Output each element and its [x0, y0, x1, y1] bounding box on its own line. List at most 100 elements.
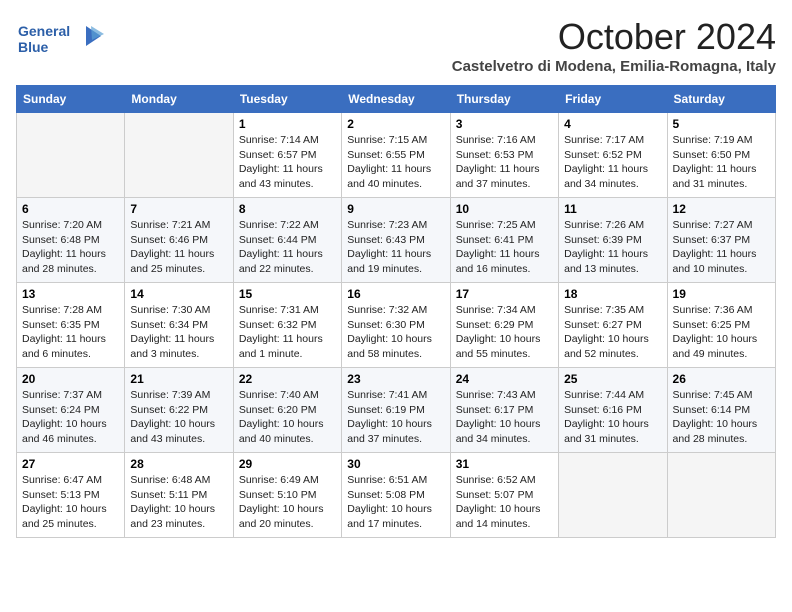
day-detail: Sunrise: 7:20 AM Sunset: 6:48 PM Dayligh… [22, 218, 119, 277]
day-detail: Sunrise: 7:34 AM Sunset: 6:29 PM Dayligh… [456, 303, 553, 362]
day-detail: Sunrise: 7:35 AM Sunset: 6:27 PM Dayligh… [564, 303, 661, 362]
month-title: October 2024 [452, 16, 776, 58]
calendar-cell: 8 Sunrise: 7:22 AM Sunset: 6:44 PM Daylig… [233, 198, 341, 283]
day-detail: Sunrise: 7:30 AM Sunset: 6:34 PM Dayligh… [130, 303, 227, 362]
weekday-header-friday: Friday [559, 86, 667, 113]
day-detail: Sunrise: 7:32 AM Sunset: 6:30 PM Dayligh… [347, 303, 444, 362]
calendar-cell: 2Sunrise: 7:15 AM Sunset: 6:55 PM Daylig… [342, 113, 450, 198]
calendar-cell: 15 Sunrise: 7:31 AM Sunset: 6:32 PM Dayli… [233, 283, 341, 368]
day-detail: Sunrise: 7:36 AM Sunset: 6:25 PM Dayligh… [673, 303, 770, 362]
day-number: 21 [130, 372, 227, 386]
day-detail: Sunrise: 7:45 AM Sunset: 6:14 PM Dayligh… [673, 388, 770, 447]
day-number: 23 [347, 372, 444, 386]
logo: General Blue [16, 16, 106, 63]
day-detail: Sunrise: 7:44 AM Sunset: 6:16 PM Dayligh… [564, 388, 661, 447]
calendar-cell: 21Sunrise: 7:39 AM Sunset: 6:22 PM Dayli… [125, 368, 233, 453]
day-number: 27 [22, 457, 119, 471]
day-number: 6 [22, 202, 119, 216]
day-number: 10 [456, 202, 553, 216]
weekday-header-sunday: Sunday [17, 86, 125, 113]
calendar-cell: 26 Sunrise: 7:45 AM Sunset: 6:14 PM Dayli… [667, 368, 775, 453]
day-number: 3 [456, 117, 553, 131]
day-number: 29 [239, 457, 336, 471]
calendar-cell: 10Sunrise: 7:25 AM Sunset: 6:41 PM Dayli… [450, 198, 558, 283]
title-area: October 2024 Castelvetro di Modena, Emil… [452, 16, 776, 75]
calendar-cell: 23 Sunrise: 7:41 AM Sunset: 6:19 PM Dayli… [342, 368, 450, 453]
calendar-week-2: 6 Sunrise: 7:20 AM Sunset: 6:48 PM Daylig… [17, 198, 776, 283]
day-number: 14 [130, 287, 227, 301]
day-detail: Sunrise: 7:19 AM Sunset: 6:50 PM Dayligh… [673, 133, 770, 192]
day-detail: Sunrise: 7:28 AM Sunset: 6:35 PM Dayligh… [22, 303, 119, 362]
weekday-header-tuesday: Tuesday [233, 86, 341, 113]
top-row: General Blue October 2024 Castelvetro di… [16, 16, 776, 77]
day-detail: Sunrise: 6:48 AM Sunset: 5:11 PM Dayligh… [130, 473, 227, 532]
day-number: 2 [347, 117, 444, 131]
calendar-cell: 29 Sunrise: 6:49 AM Sunset: 5:10 PM Dayli… [233, 453, 341, 538]
calendar-cell: 25 Sunrise: 7:44 AM Sunset: 6:16 PM Dayli… [559, 368, 667, 453]
day-number: 18 [564, 287, 661, 301]
calendar-cell: 7Sunrise: 7:21 AM Sunset: 6:46 PM Daylig… [125, 198, 233, 283]
day-detail: Sunrise: 7:37 AM Sunset: 6:24 PM Dayligh… [22, 388, 119, 447]
day-number: 30 [347, 457, 444, 471]
day-number: 1 [239, 117, 336, 131]
calendar-cell: 3Sunrise: 7:16 AM Sunset: 6:53 PM Daylig… [450, 113, 558, 198]
day-number: 22 [239, 372, 336, 386]
calendar-table: SundayMondayTuesdayWednesdayThursdayFrid… [16, 85, 776, 538]
calendar-cell: 12 Sunrise: 7:27 AM Sunset: 6:37 PM Dayli… [667, 198, 775, 283]
day-number: 11 [564, 202, 661, 216]
day-detail: Sunrise: 7:31 AM Sunset: 6:32 PM Dayligh… [239, 303, 336, 362]
calendar-cell: 6 Sunrise: 7:20 AM Sunset: 6:48 PM Daylig… [17, 198, 125, 283]
calendar-body: 1 Sunrise: 7:14 AM Sunset: 6:57 PM Daylig… [17, 113, 776, 538]
day-number: 4 [564, 117, 661, 131]
calendar-cell: 4 Sunrise: 7:17 AM Sunset: 6:52 PM Daylig… [559, 113, 667, 198]
calendar-cell: 28 Sunrise: 6:48 AM Sunset: 5:11 PM Dayli… [125, 453, 233, 538]
day-number: 28 [130, 457, 227, 471]
day-detail: Sunrise: 7:41 AM Sunset: 6:19 PM Dayligh… [347, 388, 444, 447]
svg-text:General: General [18, 23, 70, 39]
day-detail: Sunrise: 7:22 AM Sunset: 6:44 PM Dayligh… [239, 218, 336, 277]
day-detail: Sunrise: 6:52 AM Sunset: 5:07 PM Dayligh… [456, 473, 553, 532]
day-number: 31 [456, 457, 553, 471]
day-detail: Sunrise: 7:23 AM Sunset: 6:43 PM Dayligh… [347, 218, 444, 277]
weekday-header-monday: Monday [125, 86, 233, 113]
day-number: 7 [130, 202, 227, 216]
day-number: 15 [239, 287, 336, 301]
calendar-cell: 20 Sunrise: 7:37 AM Sunset: 6:24 PM Dayli… [17, 368, 125, 453]
day-number: 13 [22, 287, 119, 301]
calendar-cell: 13 Sunrise: 7:28 AM Sunset: 6:35 PM Dayli… [17, 283, 125, 368]
day-number: 9 [347, 202, 444, 216]
day-number: 8 [239, 202, 336, 216]
day-detail: Sunrise: 7:14 AM Sunset: 6:57 PM Dayligh… [239, 133, 336, 192]
calendar-week-4: 20 Sunrise: 7:37 AM Sunset: 6:24 PM Dayli… [17, 368, 776, 453]
day-number: 12 [673, 202, 770, 216]
day-detail: Sunrise: 7:17 AM Sunset: 6:52 PM Dayligh… [564, 133, 661, 192]
day-detail: Sunrise: 7:40 AM Sunset: 6:20 PM Dayligh… [239, 388, 336, 447]
calendar-week-1: 1 Sunrise: 7:14 AM Sunset: 6:57 PM Daylig… [17, 113, 776, 198]
day-detail: Sunrise: 7:27 AM Sunset: 6:37 PM Dayligh… [673, 218, 770, 277]
day-detail: Sunrise: 6:49 AM Sunset: 5:10 PM Dayligh… [239, 473, 336, 532]
calendar-cell: 14 Sunrise: 7:30 AM Sunset: 6:34 PM Dayli… [125, 283, 233, 368]
calendar-cell: 19 Sunrise: 7:36 AM Sunset: 6:25 PM Dayli… [667, 283, 775, 368]
day-number: 19 [673, 287, 770, 301]
calendar-cell: 9 Sunrise: 7:23 AM Sunset: 6:43 PM Daylig… [342, 198, 450, 283]
day-number: 26 [673, 372, 770, 386]
logo-text: General Blue [16, 16, 106, 63]
calendar-header: SundayMondayTuesdayWednesdayThursdayFrid… [17, 86, 776, 113]
calendar-cell: 17Sunrise: 7:34 AM Sunset: 6:29 PM Dayli… [450, 283, 558, 368]
calendar-week-5: 27Sunrise: 6:47 AM Sunset: 5:13 PM Dayli… [17, 453, 776, 538]
day-number: 25 [564, 372, 661, 386]
weekday-header-wednesday: Wednesday [342, 86, 450, 113]
svg-text:Blue: Blue [18, 39, 49, 55]
calendar-cell [559, 453, 667, 538]
day-number: 16 [347, 287, 444, 301]
weekday-header-thursday: Thursday [450, 86, 558, 113]
calendar-cell: 1 Sunrise: 7:14 AM Sunset: 6:57 PM Daylig… [233, 113, 341, 198]
weekday-header-saturday: Saturday [667, 86, 775, 113]
day-number: 20 [22, 372, 119, 386]
day-number: 24 [456, 372, 553, 386]
calendar-cell [17, 113, 125, 198]
calendar-cell: 22 Sunrise: 7:40 AM Sunset: 6:20 PM Dayli… [233, 368, 341, 453]
day-detail: Sunrise: 6:51 AM Sunset: 5:08 PM Dayligh… [347, 473, 444, 532]
calendar-cell: 18 Sunrise: 7:35 AM Sunset: 6:27 PM Dayli… [559, 283, 667, 368]
calendar-cell: 16 Sunrise: 7:32 AM Sunset: 6:30 PM Dayli… [342, 283, 450, 368]
